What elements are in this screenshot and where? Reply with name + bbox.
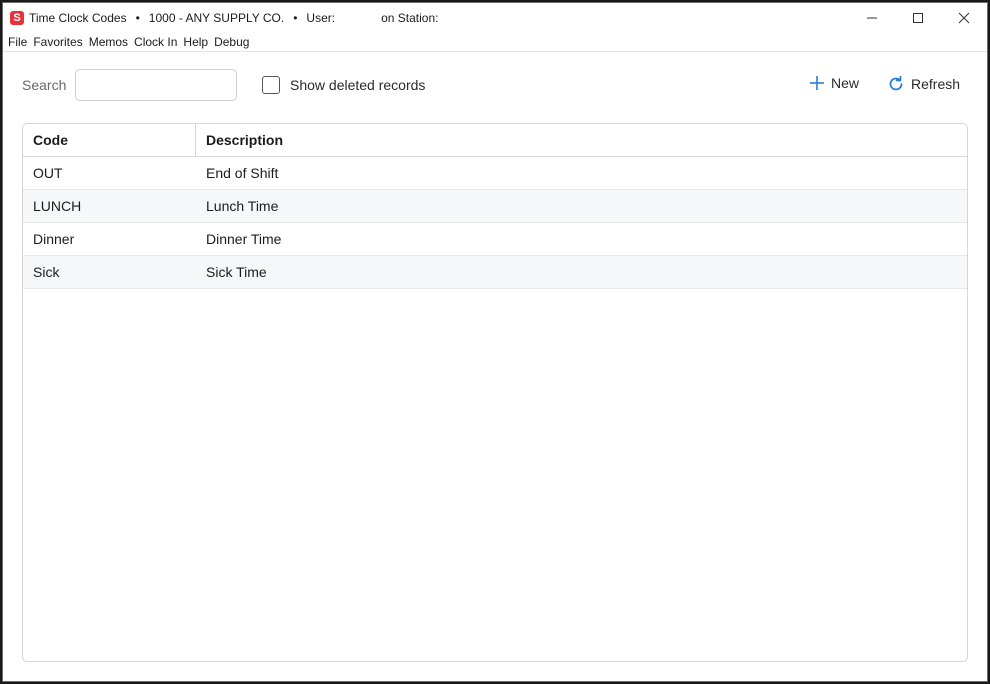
table-header: Code Description [23, 124, 967, 157]
refresh-button[interactable]: Refresh [887, 75, 960, 93]
menu-file[interactable]: File [7, 35, 32, 49]
menu-favorites[interactable]: Favorites [32, 35, 87, 49]
search-label: Search [22, 77, 67, 93]
minimize-icon [867, 17, 877, 19]
time-clock-codes-table: Code Description OUT End of Shift LUNCH … [22, 123, 968, 662]
table-row[interactable]: Sick Sick Time [23, 256, 967, 289]
new-button-label: New [831, 75, 860, 91]
station-label: on Station: [381, 11, 439, 25]
cell-description: Sick Time [206, 264, 267, 280]
cell-code: LUNCH [33, 198, 82, 214]
menu-debug[interactable]: Debug [213, 35, 254, 49]
cell-description: Lunch Time [206, 198, 279, 214]
title-bar[interactable]: S Time Clock Codes • 1000 - ANY SUPPLY C… [3, 3, 987, 33]
refresh-button-label: Refresh [911, 76, 961, 92]
cell-description: End of Shift [206, 165, 279, 181]
refresh-icon [889, 75, 903, 91]
show-deleted-checkbox[interactable] [262, 76, 280, 94]
plus-icon [810, 76, 824, 90]
window-controls [849, 3, 987, 33]
menu-memos[interactable]: Memos [88, 35, 133, 49]
close-button[interactable] [941, 3, 987, 33]
column-header-code[interactable]: Code [23, 124, 196, 156]
cell-code: Dinner [33, 231, 75, 247]
app-window: S Time Clock Codes • 1000 - ANY SUPPLY C… [2, 2, 988, 682]
user-label: User: [306, 11, 336, 25]
menu-bar: File Favorites Memos Clock In Help Debug [3, 33, 987, 52]
search-input[interactable] [75, 69, 237, 101]
menu-help[interactable]: Help [182, 35, 213, 49]
close-icon [958, 12, 970, 24]
maximize-button[interactable] [895, 3, 941, 33]
title-separator: • [293, 11, 298, 25]
maximize-icon [913, 13, 923, 23]
minimize-button[interactable] [849, 3, 895, 33]
cell-description: Dinner Time [206, 231, 282, 247]
new-button[interactable]: New [809, 75, 859, 91]
window-title: Time Clock Codes [29, 11, 127, 25]
menu-clock-in[interactable]: Clock In [133, 35, 182, 49]
company-name: 1000 - ANY SUPPLY CO. [148, 11, 285, 25]
table-row[interactable]: OUT End of Shift [23, 157, 967, 190]
app-logo-icon: S [10, 11, 24, 25]
table-row[interactable]: Dinner Dinner Time [23, 223, 967, 256]
column-header-description[interactable]: Description [196, 124, 967, 156]
table-row[interactable]: LUNCH Lunch Time [23, 190, 967, 223]
show-deleted-toggle[interactable]: Show deleted records [262, 76, 425, 94]
cell-code: Sick [33, 264, 60, 280]
cell-code: OUT [33, 165, 63, 181]
title-separator: • [135, 11, 140, 25]
show-deleted-label[interactable]: Show deleted records [290, 77, 425, 93]
